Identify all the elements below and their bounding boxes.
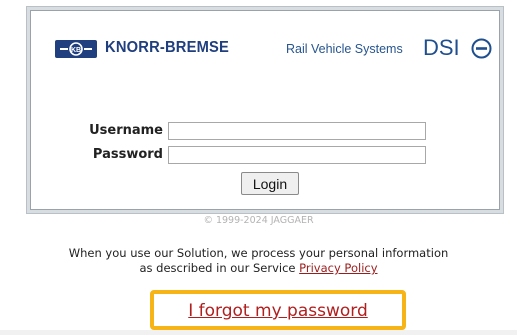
username-row: Username xyxy=(31,122,499,142)
password-label: Password xyxy=(92,147,163,162)
division-name: Rail Vehicle Systems xyxy=(286,42,403,56)
username-input[interactable] xyxy=(168,122,426,140)
privacy-text-line-2-prefix: as described in our Service xyxy=(139,261,300,275)
product-name: DSI xyxy=(423,35,460,60)
password-input[interactable] xyxy=(168,146,426,164)
knorr-bremse-logo-icon: KB xyxy=(55,40,97,58)
dsi-circle-minus-icon xyxy=(471,38,492,59)
privacy-text-line-2: as described in our Service Privacy Poli… xyxy=(0,261,517,276)
copyright-text: © 1999-2024 JAGGAER xyxy=(203,215,314,226)
page-bottom-divider xyxy=(0,330,517,335)
brand-header: KB KNORR-BREMSE Rail Vehicle Systems DSI xyxy=(31,11,499,91)
login-button[interactable]: Login xyxy=(241,172,299,195)
login-panel: KB KNORR-BREMSE Rail Vehicle Systems DSI… xyxy=(30,10,500,210)
privacy-text-line-1: When you use our Solution, we process yo… xyxy=(68,246,449,260)
forgot-password-link[interactable]: I forgot my password xyxy=(154,301,402,321)
privacy-notice: When you use our Solution, we process yo… xyxy=(0,246,517,276)
privacy-policy-link[interactable]: Privacy Policy xyxy=(299,261,377,275)
forgot-password-highlight: I forgot my password xyxy=(150,290,406,330)
username-label: Username xyxy=(89,123,163,138)
brand-name: KNORR-BREMSE xyxy=(105,39,230,56)
password-row: Password xyxy=(31,146,499,166)
svg-text:KB: KB xyxy=(71,47,81,54)
